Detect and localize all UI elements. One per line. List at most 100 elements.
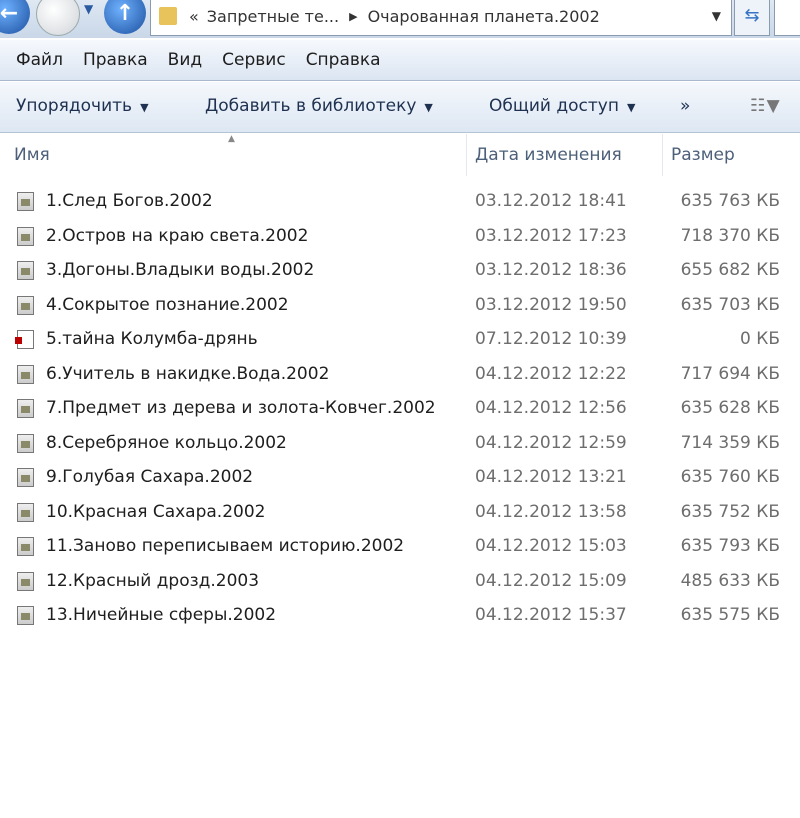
menu-bar: Файл Правка Вид Сервис Справка	[0, 40, 800, 81]
menu-view[interactable]: Вид	[168, 50, 202, 70]
video-file-icon	[17, 261, 34, 280]
refresh-button[interactable]: ⇆	[734, 0, 770, 36]
share-button[interactable]: Общий доступ ▼	[489, 96, 635, 116]
video-file-icon	[17, 468, 34, 487]
file-name: 7.Предмет из дерева и золота-Ковчег.2002	[46, 398, 436, 418]
video-file-icon	[17, 295, 34, 315]
file-size: 635 575 КБ	[680, 605, 780, 625]
file-row[interactable]: 10.Красная Сахара.2002 04.12.2012 13:58 …	[0, 495, 800, 529]
file-name: 3.Догоны.Владыки воды.2002	[46, 260, 315, 280]
menu-edit[interactable]: Правка	[83, 50, 148, 70]
video-file-icon	[17, 226, 34, 246]
file-date: 07.12.2012 10:39	[475, 329, 627, 349]
file-row[interactable]: 12.Красный дрозд.2003 04.12.2012 15:09 4…	[0, 564, 800, 598]
file-name: 11.Заново переписываем историю.2002	[46, 536, 405, 556]
file-size: 485 633 КБ	[680, 570, 780, 591]
address-bar[interactable]: « Запретные те... ▶ Очарованная планета.…	[150, 0, 732, 36]
file-name: 10.Красная Сахара.2002	[46, 501, 266, 522]
file-name: 2.Остров на краю света.2002	[46, 225, 309, 246]
file-row[interactable]: 6.Учитель в накидке.Вода.2002 04.12.2012…	[0, 357, 800, 391]
menu-help[interactable]: Справка	[306, 50, 381, 70]
file-row[interactable]: 3.Догоны.Владыки воды.2002 03.12.2012 18…	[0, 253, 800, 287]
breadcrumb-overflow[interactable]: «	[189, 7, 199, 26]
file-size: 635 763 КБ	[680, 191, 780, 211]
video-file-icon	[17, 606, 34, 625]
file-size: 0 КБ	[740, 329, 780, 349]
file-date: 04.12.2012 12:59	[475, 432, 627, 453]
file-row[interactable]: 9.Голубая Сахара.2002 04.12.2012 13:21 6…	[0, 460, 800, 494]
file-row[interactable]: 8.Серебряное кольцо.2002 04.12.2012 12:5…	[0, 426, 800, 460]
address-dropdown-icon[interactable]: ▼	[712, 9, 721, 23]
file-date: 03.12.2012 18:41	[475, 191, 627, 211]
file-row[interactable]: 11.Заново переписываем историю.2002 04.1…	[0, 529, 800, 563]
file-date: 04.12.2012 12:22	[475, 363, 627, 384]
folder-icon	[159, 7, 177, 25]
navigation-bar: ← ▼ ↑ « Запретные те... ▶ Очарованная пл…	[0, 0, 800, 38]
breadcrumb-parent[interactable]: Запретные те...	[207, 7, 339, 26]
file-row[interactable]: 2.Остров на краю света.2002 03.12.2012 1…	[0, 219, 800, 253]
blank-file-icon	[15, 330, 34, 349]
organize-label: Упорядочить	[16, 96, 133, 116]
forward-button[interactable]	[36, 0, 80, 36]
file-date: 04.12.2012 15:09	[475, 570, 627, 591]
column-size[interactable]: Размер	[662, 134, 771, 176]
file-row[interactable]: 1.След Богов.2002 03.12.2012 18:41 635 7…	[0, 184, 800, 218]
file-size: 635 703 КБ	[680, 294, 780, 315]
file-date: 04.12.2012 13:21	[475, 467, 627, 487]
file-row[interactable]: 7.Предмет из дерева и золота-Ковчег.2002…	[0, 391, 800, 425]
file-size: 714 359 КБ	[680, 432, 780, 453]
breadcrumb-current[interactable]: Очарованная планета.2002	[368, 7, 600, 26]
file-name: 5.тайна Колумба-дрянь	[46, 329, 258, 349]
menu-tools[interactable]: Сервис	[222, 50, 286, 70]
up-button[interactable]: ↑	[104, 0, 146, 34]
view-options-icon[interactable]: ☷ ▼	[750, 96, 780, 116]
file-size: 635 760 КБ	[680, 467, 780, 487]
file-row[interactable]: 4.Сокрытое познание.2002 03.12.2012 19:5…	[0, 288, 800, 322]
file-date: 04.12.2012 12:56	[475, 398, 627, 418]
menu-file[interactable]: Файл	[16, 50, 63, 70]
chevron-down-icon: ▼	[424, 101, 433, 114]
add-to-library-button[interactable]: Добавить в библиотеку ▼	[205, 96, 433, 116]
share-label: Общий доступ	[489, 96, 619, 116]
breadcrumb-separator-icon[interactable]: ▶	[349, 10, 357, 23]
file-date: 04.12.2012 15:37	[475, 605, 627, 625]
video-file-icon	[17, 364, 34, 384]
column-date[interactable]: Дата изменения	[466, 134, 661, 176]
video-file-icon	[17, 502, 34, 522]
file-date: 03.12.2012 19:50	[475, 294, 627, 315]
file-size: 635 752 КБ	[680, 501, 780, 522]
video-file-icon	[17, 433, 34, 453]
column-name[interactable]: Имя	[0, 134, 470, 176]
file-name: 12.Красный дрозд.2003	[46, 570, 260, 591]
file-date: 03.12.2012 17:23	[475, 225, 627, 246]
file-name: 8.Серебряное кольцо.2002	[46, 432, 287, 453]
video-file-icon	[17, 399, 34, 418]
file-date: 04.12.2012 15:03	[475, 536, 627, 556]
file-name: 4.Сокрытое познание.2002	[46, 294, 289, 315]
chevron-down-icon: ▼	[626, 101, 636, 114]
file-size: 655 682 КБ	[680, 260, 780, 280]
file-size: 635 793 КБ	[680, 536, 780, 556]
video-file-icon	[17, 571, 34, 591]
file-name: 9.Голубая Сахара.2002	[46, 467, 254, 487]
chevron-down-icon: ▼	[140, 101, 149, 114]
file-size: 635 628 КБ	[680, 398, 780, 418]
add-to-library-label: Добавить в библиотеку	[205, 96, 417, 116]
history-dropdown-icon[interactable]: ▼	[84, 2, 93, 16]
file-date: 04.12.2012 13:58	[475, 501, 627, 522]
video-file-icon	[17, 192, 34, 211]
file-name: 13.Ничейные сферы.2002	[46, 605, 277, 625]
file-name: 6.Учитель в накидке.Вода.2002	[46, 363, 330, 384]
file-row[interactable]: 5.тайна Колумба-дрянь 07.12.2012 10:39 0…	[0, 322, 800, 356]
file-row[interactable]: 13.Ничейные сферы.2002 04.12.2012 15:37 …	[0, 598, 800, 632]
file-size: 717 694 КБ	[680, 363, 780, 384]
search-input[interactable]	[774, 0, 800, 36]
organize-button[interactable]: Упорядочить ▼	[16, 96, 149, 116]
column-header: ▲ Имя Дата изменения Размер	[0, 134, 800, 176]
back-button[interactable]: ←	[0, 0, 30, 34]
command-bar: Упорядочить ▼ Добавить в библиотеку ▼ Общи…	[0, 82, 800, 133]
more-button[interactable]: »	[680, 96, 690, 116]
video-file-icon	[17, 537, 34, 556]
file-name: 1.След Богов.2002	[46, 191, 213, 211]
file-size: 718 370 КБ	[680, 225, 780, 246]
